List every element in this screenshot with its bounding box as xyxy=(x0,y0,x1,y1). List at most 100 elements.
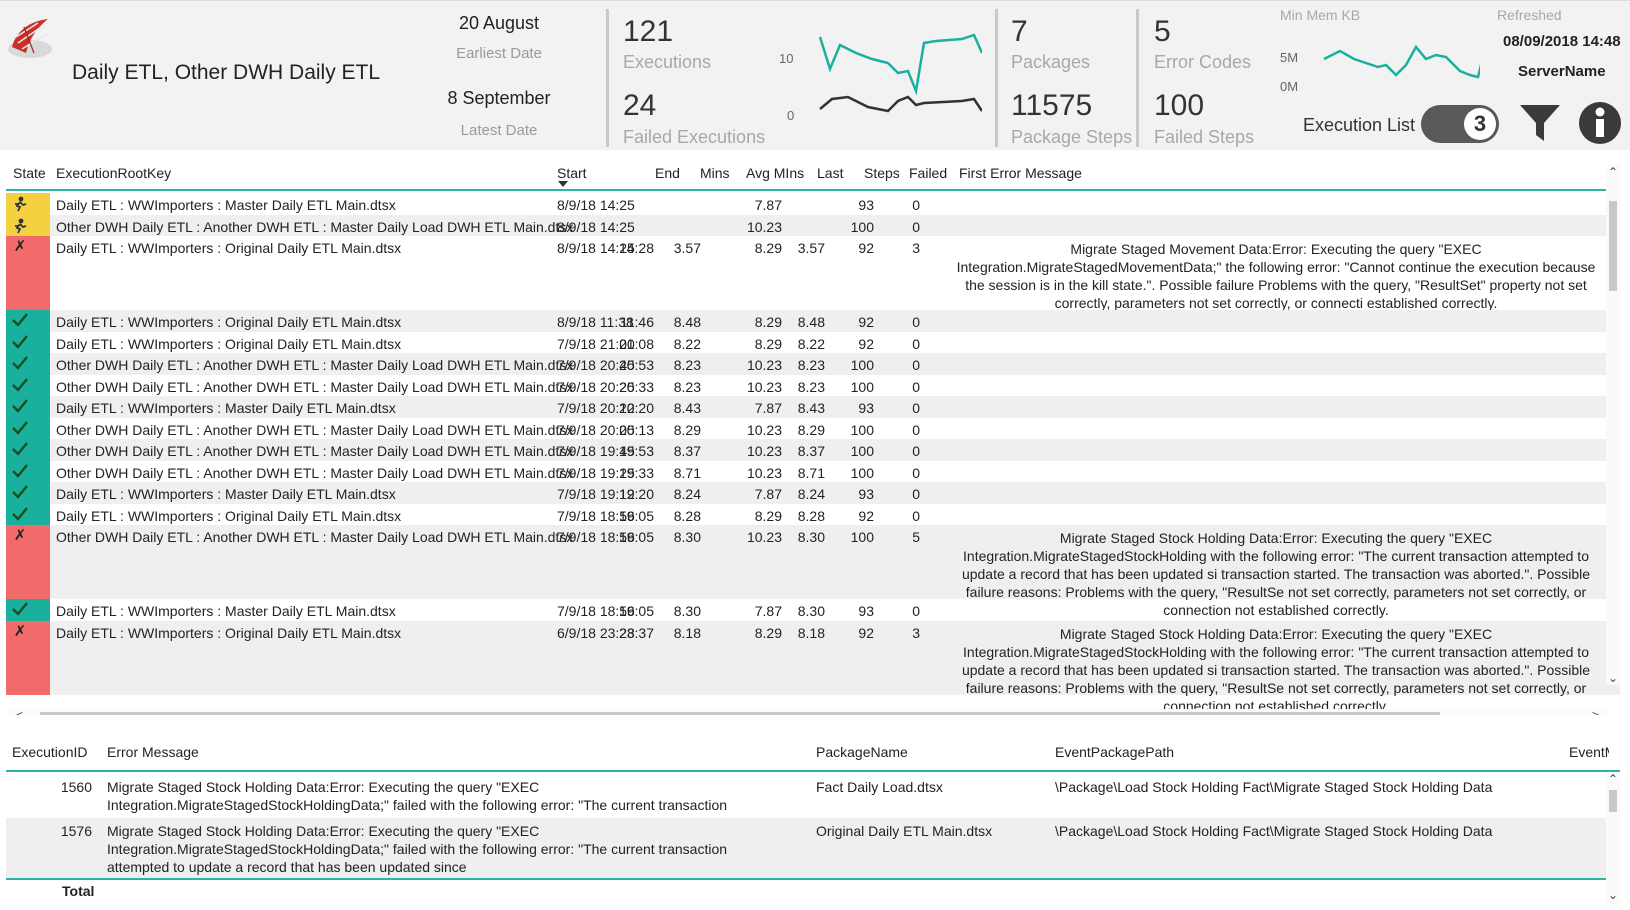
col-end[interactable]: End xyxy=(655,165,680,181)
cell-mins: 8.22 xyxy=(673,335,701,352)
success-check-icon xyxy=(12,313,28,329)
col-execution-id[interactable]: ExecutionID xyxy=(12,744,87,760)
state-cell xyxy=(6,193,50,215)
package-steps-value: 11575 xyxy=(1011,89,1093,122)
scrollbar-thumb[interactable] xyxy=(1609,201,1617,291)
cell-mins: 8.71 xyxy=(673,464,701,481)
cell-failed: 0 xyxy=(912,603,920,619)
cell-last: 8.29 xyxy=(797,421,825,438)
cell-mins: 8.30 xyxy=(673,529,701,545)
scroll-right-icon[interactable]: > xyxy=(1592,708,1599,715)
state-cell: ✗ xyxy=(6,525,50,599)
col-root-key[interactable]: ExecutionRootKey xyxy=(56,165,171,181)
mem-axis-top: 5M xyxy=(1280,50,1299,65)
sort-desc-icon[interactable] xyxy=(558,181,568,187)
min-mem-caption: Min Mem KB xyxy=(1280,7,1361,23)
table-row[interactable]: Other DWH Daily ETL : Another DWH ETL : … xyxy=(6,214,1620,236)
col-event-m[interactable]: EventM xyxy=(1569,744,1609,760)
col-failed[interactable]: Failed xyxy=(909,165,947,181)
success-check-icon xyxy=(12,356,28,372)
col-start[interactable]: Start xyxy=(557,165,587,181)
col-event-package-path[interactable]: EventPackagePath xyxy=(1055,744,1174,760)
cell-steps: 100 xyxy=(850,421,874,438)
table-row[interactable]: Other DWH Daily ETL : Another DWH ETL : … xyxy=(6,460,1620,482)
state-cell xyxy=(6,310,50,332)
cell-end: 19:53 xyxy=(618,443,654,459)
scroll-up-icon[interactable]: ⌃ xyxy=(1608,772,1618,786)
col-avg-mins[interactable]: Avg MIns xyxy=(746,165,804,181)
cell-execution-id: 1576 xyxy=(60,823,92,839)
table-row[interactable]: Other DWH Daily ETL : Another DWH ETL : … xyxy=(6,374,1620,396)
state-cell: ✗ xyxy=(6,236,50,310)
cell-error-message: Migrate Staged Stock Holding Data:Error:… xyxy=(107,823,728,875)
col-first-error[interactable]: First Error Message xyxy=(959,165,1082,181)
scroll-down-icon[interactable]: ⌄ xyxy=(1608,671,1618,685)
horizontal-scrollbar[interactable]: < > xyxy=(6,708,1606,715)
info-icon[interactable] xyxy=(1578,101,1622,145)
cell-end: 19:33 xyxy=(618,464,654,481)
col-error-message[interactable]: Error Message xyxy=(107,744,199,760)
table-row[interactable]: Daily ETL : WWImporters : Original Daily… xyxy=(6,310,1620,332)
latest-date-caption: Latest Date xyxy=(460,122,538,139)
execution-table-header: State ExecutionRootKey Start End Mins Av… xyxy=(6,155,1620,191)
vertical-scrollbar[interactable]: ⌃ ⌄ xyxy=(1606,165,1620,685)
cell-failed: 3 xyxy=(912,240,920,256)
table-row[interactable]: Other DWH Daily ETL : Another DWH ETL : … xyxy=(6,439,1620,461)
cell-last: 8.48 xyxy=(797,314,825,330)
cell-steps: 93 xyxy=(858,603,874,619)
scroll-down-icon[interactable]: ⌄ xyxy=(1608,888,1618,902)
error-detail-table: ExecutionID Error Message PackageName Ev… xyxy=(6,728,1620,906)
success-check-icon xyxy=(12,506,28,523)
cell-avg-mins: 8.29 xyxy=(754,240,782,256)
failed-x-icon: ✗ xyxy=(13,238,27,255)
cell-mins: 8.23 xyxy=(673,357,701,373)
execution-list-toggle[interactable]: 3 xyxy=(1421,105,1499,143)
success-check-icon xyxy=(12,377,28,394)
total-row: Total xyxy=(6,878,1606,900)
table-row[interactable]: Daily ETL : WWImporters : Master Daily E… xyxy=(6,193,1620,215)
server-name: ServerName xyxy=(1518,63,1606,80)
scroll-left-icon[interactable]: < xyxy=(16,708,23,715)
cell-steps: 92 xyxy=(858,335,874,352)
table-row[interactable]: Daily ETL : WWImporters : Original Daily… xyxy=(6,503,1620,525)
filter-icon[interactable] xyxy=(1518,101,1562,145)
table-row[interactable]: Daily ETL : WWImporters : Master Daily E… xyxy=(6,482,1620,504)
table-row[interactable]: Daily ETL : WWImporters : Master Daily E… xyxy=(6,396,1620,418)
failed-steps-caption: Failed Steps xyxy=(1154,127,1255,147)
cell-end: 20:33 xyxy=(618,378,654,395)
cell-steps: 100 xyxy=(850,464,874,481)
cell-avg-mins: 10.23 xyxy=(746,464,782,481)
col-last[interactable]: Last xyxy=(817,165,843,181)
cell-failed: 0 xyxy=(912,443,920,459)
cell-mins: 8.29 xyxy=(673,421,701,438)
cell-root-key: Daily ETL : WWImporters : Original Daily… xyxy=(56,240,402,256)
scrollbar-thumb[interactable] xyxy=(1609,790,1617,812)
state-cell xyxy=(6,417,50,439)
vertical-scrollbar[interactable]: ⌃ ⌄ xyxy=(1606,772,1620,904)
table-row[interactable]: ✗ Other DWH Daily ETL : Another DWH ETL :… xyxy=(6,525,1620,618)
cell-failed: 0 xyxy=(912,335,920,352)
table-row[interactable]: Daily ETL : WWImporters : Original Daily… xyxy=(6,331,1620,353)
col-mins[interactable]: Mins xyxy=(700,165,730,181)
cell-failed: 0 xyxy=(912,314,920,330)
cell-mins: 8.43 xyxy=(673,400,701,416)
toggle-knob[interactable]: 3 xyxy=(1464,108,1496,140)
cell-last: 8.37 xyxy=(797,443,825,459)
executions-value: 121 xyxy=(623,15,674,48)
table-row[interactable]: Other DWH Daily ETL : Another DWH ETL : … xyxy=(6,417,1620,439)
table-row[interactable]: 1560 Migrate Staged Stock Holding Data:Er… xyxy=(6,774,1606,818)
table-row[interactable]: ✗ Daily ETL : WWImporters : Original Dail… xyxy=(6,620,1620,714)
col-state[interactable]: State xyxy=(13,165,46,181)
table-row[interactable]: Other DWH Daily ETL : Another DWH ETL : … xyxy=(6,353,1620,375)
scrollbar-thumb[interactable] xyxy=(40,712,1440,715)
divider xyxy=(995,9,998,147)
scroll-up-icon[interactable]: ⌃ xyxy=(1608,165,1618,179)
table-row[interactable]: ✗ Daily ETL : WWImporters : Original Dail… xyxy=(6,236,1620,311)
cell-root-key: Other DWH Daily ETL : Another DWH ETL : … xyxy=(56,378,574,395)
table-row[interactable]: Daily ETL : WWImporters : Master Daily E… xyxy=(6,599,1620,621)
executions-caption: Executions xyxy=(623,52,712,72)
col-steps[interactable]: Steps xyxy=(864,165,900,181)
cell-package-name: Original Daily ETL Main.dtsx xyxy=(816,823,993,839)
table-row[interactable]: 1576 Migrate Staged Stock Holding Data:Er… xyxy=(6,818,1606,878)
col-package-name[interactable]: PackageName xyxy=(816,744,908,760)
